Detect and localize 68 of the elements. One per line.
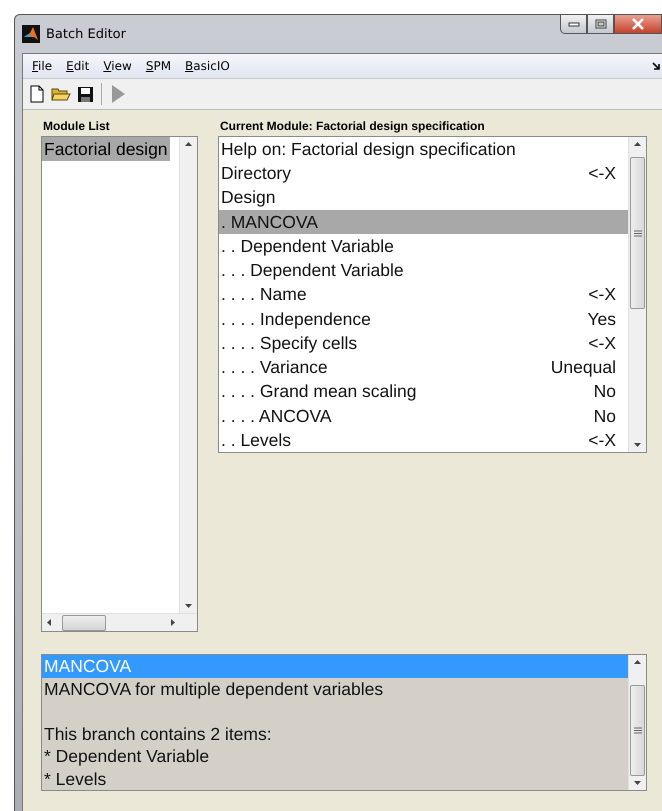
tree-row[interactable]: . MANCOVA xyxy=(219,210,628,234)
menu-item[interactable]: File xyxy=(27,57,58,75)
play-icon xyxy=(110,84,126,104)
maximize-icon xyxy=(594,19,606,29)
menu-item[interactable]: BasicIO xyxy=(180,57,235,75)
tree-row[interactable]: . . . . ANCOVA No xyxy=(219,404,628,428)
item-label: . . . . Independence xyxy=(221,308,371,331)
tree-row[interactable]: . . . . Grand mean scaling No xyxy=(219,379,628,404)
item-label: . . . Dependent Variable xyxy=(221,259,404,282)
item-value: <-X xyxy=(588,332,616,355)
item-value: <-X xyxy=(588,428,616,452)
scroll-thumb[interactable] xyxy=(630,157,645,309)
item-label: Help on: Factorial design specification xyxy=(221,138,516,161)
item-value: <-X xyxy=(588,283,616,306)
tree-row[interactable]: Help on: Factorial design specification xyxy=(219,137,628,162)
menu-item[interactable]: Edit xyxy=(61,57,94,75)
item-value: Unequal xyxy=(550,356,616,380)
scroll-thumb[interactable] xyxy=(62,614,106,630)
horizontal-scrollbar[interactable] xyxy=(42,613,197,631)
minimize-icon xyxy=(568,21,580,27)
help-line: * Dependent Variable xyxy=(43,745,210,768)
module-list-item[interactable]: Factorial design xyxy=(42,137,170,161)
app-logo-icon xyxy=(22,25,40,43)
item-label: . . Dependent Variable xyxy=(221,234,394,258)
item-label: . . . . Name xyxy=(221,283,307,306)
tree-row[interactable]: . . . . Name <-X xyxy=(219,282,628,307)
item-label: Design xyxy=(221,186,276,210)
maximize-button[interactable] xyxy=(587,14,614,34)
window-title: Batch Editor xyxy=(46,26,126,42)
item-label: . MANCOVA xyxy=(221,210,318,234)
item-label: . . . . ANCOVA xyxy=(221,404,332,428)
vertical-scrollbar[interactable] xyxy=(628,655,646,790)
item-label: Directory xyxy=(221,162,292,186)
help-line: This branch contains 2 items: xyxy=(43,722,273,745)
item-value: No xyxy=(594,404,616,428)
vertical-scrollbar[interactable] xyxy=(179,137,197,613)
close-button[interactable] xyxy=(614,14,662,34)
tree-row[interactable]: . . . Dependent Variable xyxy=(219,258,628,282)
grip-icon xyxy=(634,727,642,734)
scroll-thumb[interactable] xyxy=(630,685,645,776)
tree-row[interactable]: . . . . Independence Yes xyxy=(219,306,628,331)
tree-row[interactable]: . . . . Specify cells <-X xyxy=(219,330,628,356)
tree-row[interactable]: . . . . Variance Unequal xyxy=(219,355,628,380)
item-value: No xyxy=(594,380,616,404)
document-icon xyxy=(30,85,44,103)
item-value: <-X xyxy=(588,162,616,186)
module-list-label: Module List xyxy=(42,118,111,135)
item-label: . . . . Variance xyxy=(221,356,328,380)
menu-item[interactable]: SPM xyxy=(140,57,176,75)
menu-item[interactable]: View xyxy=(98,57,137,75)
close-icon xyxy=(631,18,645,30)
current-module-label: Current Module: Factorial design specification xyxy=(219,118,486,135)
dock-arrow-icon[interactable] xyxy=(652,61,662,71)
save-button[interactable] xyxy=(75,84,95,104)
item-label: . . . . Specify cells xyxy=(221,332,358,355)
folder-icon xyxy=(51,86,71,102)
tree-row[interactable]: . . Levels <-X xyxy=(219,428,628,452)
help-line: MANCOVA for multiple dependent variables xyxy=(43,678,384,700)
item-value: Yes xyxy=(587,308,616,331)
tree-row[interactable]: . . Dependent Variable xyxy=(219,234,628,258)
vertical-scrollbar[interactable] xyxy=(628,137,646,452)
tree-row[interactable]: Directory <-X xyxy=(219,161,628,186)
help-line: * Levels xyxy=(43,768,108,790)
item-label: . . . . Grand mean scaling xyxy=(221,380,417,404)
tree-row[interactable]: Design xyxy=(219,185,628,210)
item-label: . . Levels xyxy=(221,428,292,452)
grip-icon xyxy=(634,230,642,236)
minimize-button[interactable] xyxy=(560,14,587,34)
